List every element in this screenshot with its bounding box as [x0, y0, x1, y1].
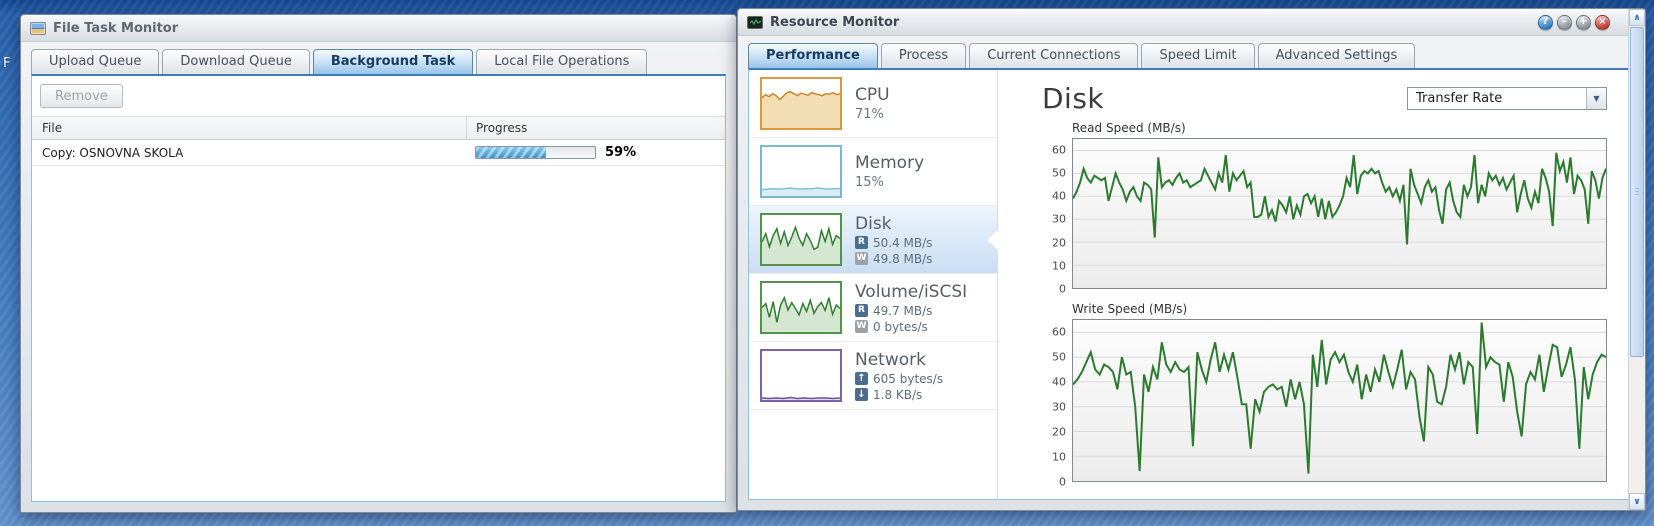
cpu-label: CPU [855, 85, 890, 105]
rm-tabstrip: Performance Process Current Connections … [738, 36, 1645, 68]
tab-local-file-operations[interactable]: Local File Operations [476, 49, 647, 74]
ftm-titlebar[interactable]: File Task Monitor [21, 15, 736, 42]
y-axis-tick-label: 10 [1052, 450, 1066, 463]
progress-bar [475, 146, 596, 159]
file-task-monitor-icon [30, 22, 46, 35]
scrollbar-thumb[interactable] [1630, 68, 1635, 357]
column-header-progress[interactable]: Progress [466, 117, 725, 139]
read-speed-chart-title: Read Speed (MB/s) [1072, 121, 1607, 135]
tab-download-queue[interactable]: Download Queue [162, 49, 309, 74]
progress-percent-label: 59% [605, 145, 636, 160]
minimize-button[interactable]: – [1557, 15, 1572, 30]
disk-write-value: 49.8 MB/s [873, 252, 932, 266]
y-axis-tick-label: 40 [1052, 190, 1066, 203]
sidebar-item-cpu[interactable]: CPU 71% [749, 70, 997, 138]
read-chart-y-axis: 0102030405060 [1042, 138, 1072, 289]
y-axis-tick-label: 40 [1052, 375, 1066, 388]
progress-bar-fill [476, 147, 546, 158]
disk-read-value: 50.4 MB/s [873, 236, 932, 250]
volume-sparkline-chart [760, 281, 842, 334]
y-axis-tick-label: 50 [1052, 350, 1066, 363]
tab-speed-limit[interactable]: Speed Limit [1141, 43, 1254, 68]
network-label: Network [855, 350, 943, 370]
tab-upload-queue[interactable]: Upload Queue [31, 49, 159, 74]
vertical-scrollbar[interactable]: ∧ ∨ [1628, 68, 1635, 500]
y-axis-tick-label: 30 [1052, 213, 1066, 226]
desktop-icon-label: F [3, 56, 10, 71]
transfer-rate-select[interactable]: Transfer Rate ▼ [1407, 87, 1607, 110]
y-axis-tick-label: 0 [1059, 283, 1066, 296]
y-axis-tick-label: 60 [1052, 143, 1066, 156]
write-badge-icon: W [855, 252, 868, 265]
y-axis-tick-label: 10 [1052, 259, 1066, 272]
read-badge-icon: R [855, 236, 868, 249]
task-file-cell: Copy: OSNOVNA SKOLA [32, 146, 466, 160]
task-progress-cell: 59% [466, 145, 725, 160]
chevron-down-icon[interactable]: ▼ [1586, 88, 1606, 109]
page-title: Disk [1042, 82, 1104, 115]
network-sparkline-chart [760, 349, 842, 402]
volume-write-value: 0 bytes/s [873, 320, 928, 334]
scroll-down-button[interactable]: ∨ [1629, 493, 1635, 500]
rm-content-panel: CPU 71% Memory 15% Dis [748, 68, 1635, 500]
ftm-content-panel: Remove File Progress Copy: OSNOVNA SKOLA… [31, 74, 726, 502]
y-axis-tick-label: 20 [1052, 236, 1066, 249]
desktop: F File Task Monitor Upload Queue Downloa… [0, 0, 1654, 526]
help-button[interactable]: ? [1538, 15, 1553, 30]
close-button[interactable]: × [1595, 15, 1610, 30]
read-speed-chart [1072, 138, 1607, 289]
ftm-window-title: File Task Monitor [53, 21, 178, 36]
select-value: Transfer Rate [1408, 91, 1502, 106]
read-badge-icon: R [855, 304, 868, 317]
memory-value: 15% [855, 175, 924, 190]
y-axis-tick-label: 60 [1052, 325, 1066, 338]
rm-titlebar[interactable]: Resource Monitor ? – + × [738, 9, 1645, 36]
performance-main-area: Disk Transfer Rate ▼ Read Speed (MB/s) 0… [998, 70, 1634, 499]
task-table-row[interactable]: Copy: OSNOVNA SKOLA 59% [32, 140, 725, 166]
tab-performance[interactable]: Performance [748, 43, 878, 68]
write-chart-y-axis: 0102030405060 [1042, 319, 1072, 482]
performance-sidebar: CPU 71% Memory 15% Dis [749, 70, 998, 499]
download-arrow-icon: ↓ [855, 388, 868, 401]
sidebar-item-network[interactable]: Network ↑ 605 bytes/s ↓ 1.8 KB/s [749, 342, 997, 410]
tab-background-task[interactable]: Background Task [313, 49, 473, 74]
y-axis-tick-label: 0 [1059, 476, 1066, 489]
network-download-value: 1.8 KB/s [873, 388, 922, 402]
volume-read-value: 49.7 MB/s [873, 304, 932, 318]
tab-process[interactable]: Process [881, 43, 966, 68]
memory-sparkline-chart [760, 145, 842, 198]
write-badge-icon: W [855, 320, 868, 333]
memory-label: Memory [855, 153, 924, 173]
file-task-monitor-window: File Task Monitor Upload Queue Download … [20, 14, 737, 513]
cpu-sparkline-chart [760, 77, 842, 130]
maximize-button[interactable]: + [1576, 15, 1591, 30]
y-axis-tick-label: 30 [1052, 400, 1066, 413]
tab-advanced-settings[interactable]: Advanced Settings [1258, 43, 1416, 68]
upload-arrow-icon: ↑ [855, 372, 868, 385]
network-upload-value: 605 bytes/s [873, 372, 943, 386]
y-axis-tick-label: 20 [1052, 425, 1066, 438]
resource-monitor-window: Resource Monitor ? – + × Performance Pro… [737, 8, 1646, 511]
sidebar-item-memory[interactable]: Memory 15% [749, 138, 997, 206]
window-buttons: ? – + × [1538, 15, 1636, 30]
task-table-header: File Progress [32, 116, 725, 140]
write-speed-chart-title: Write Speed (MB/s) [1072, 302, 1607, 316]
ftm-toolbar: Remove [32, 84, 725, 116]
volume-label: Volume/iSCSI [855, 282, 967, 302]
y-axis-tick-label: 50 [1052, 166, 1066, 179]
resource-monitor-icon [747, 16, 763, 29]
column-header-file[interactable]: File [32, 117, 466, 139]
sidebar-item-volume-iscsi[interactable]: Volume/iSCSI R 49.7 MB/s W 0 bytes/s [749, 274, 997, 342]
tab-current-connections[interactable]: Current Connections [969, 43, 1138, 68]
disk-sparkline-chart [760, 213, 842, 266]
write-speed-chart [1072, 319, 1607, 482]
rm-window-title: Resource Monitor [770, 15, 899, 30]
remove-button[interactable]: Remove [40, 84, 123, 108]
ftm-tabstrip: Upload Queue Download Queue Background T… [21, 42, 736, 74]
cpu-value: 71% [855, 107, 890, 122]
sidebar-item-disk[interactable]: Disk R 50.4 MB/s W 49.8 MB/s [749, 206, 997, 274]
selected-item-arrow [987, 230, 998, 250]
disk-label: Disk [855, 214, 932, 234]
